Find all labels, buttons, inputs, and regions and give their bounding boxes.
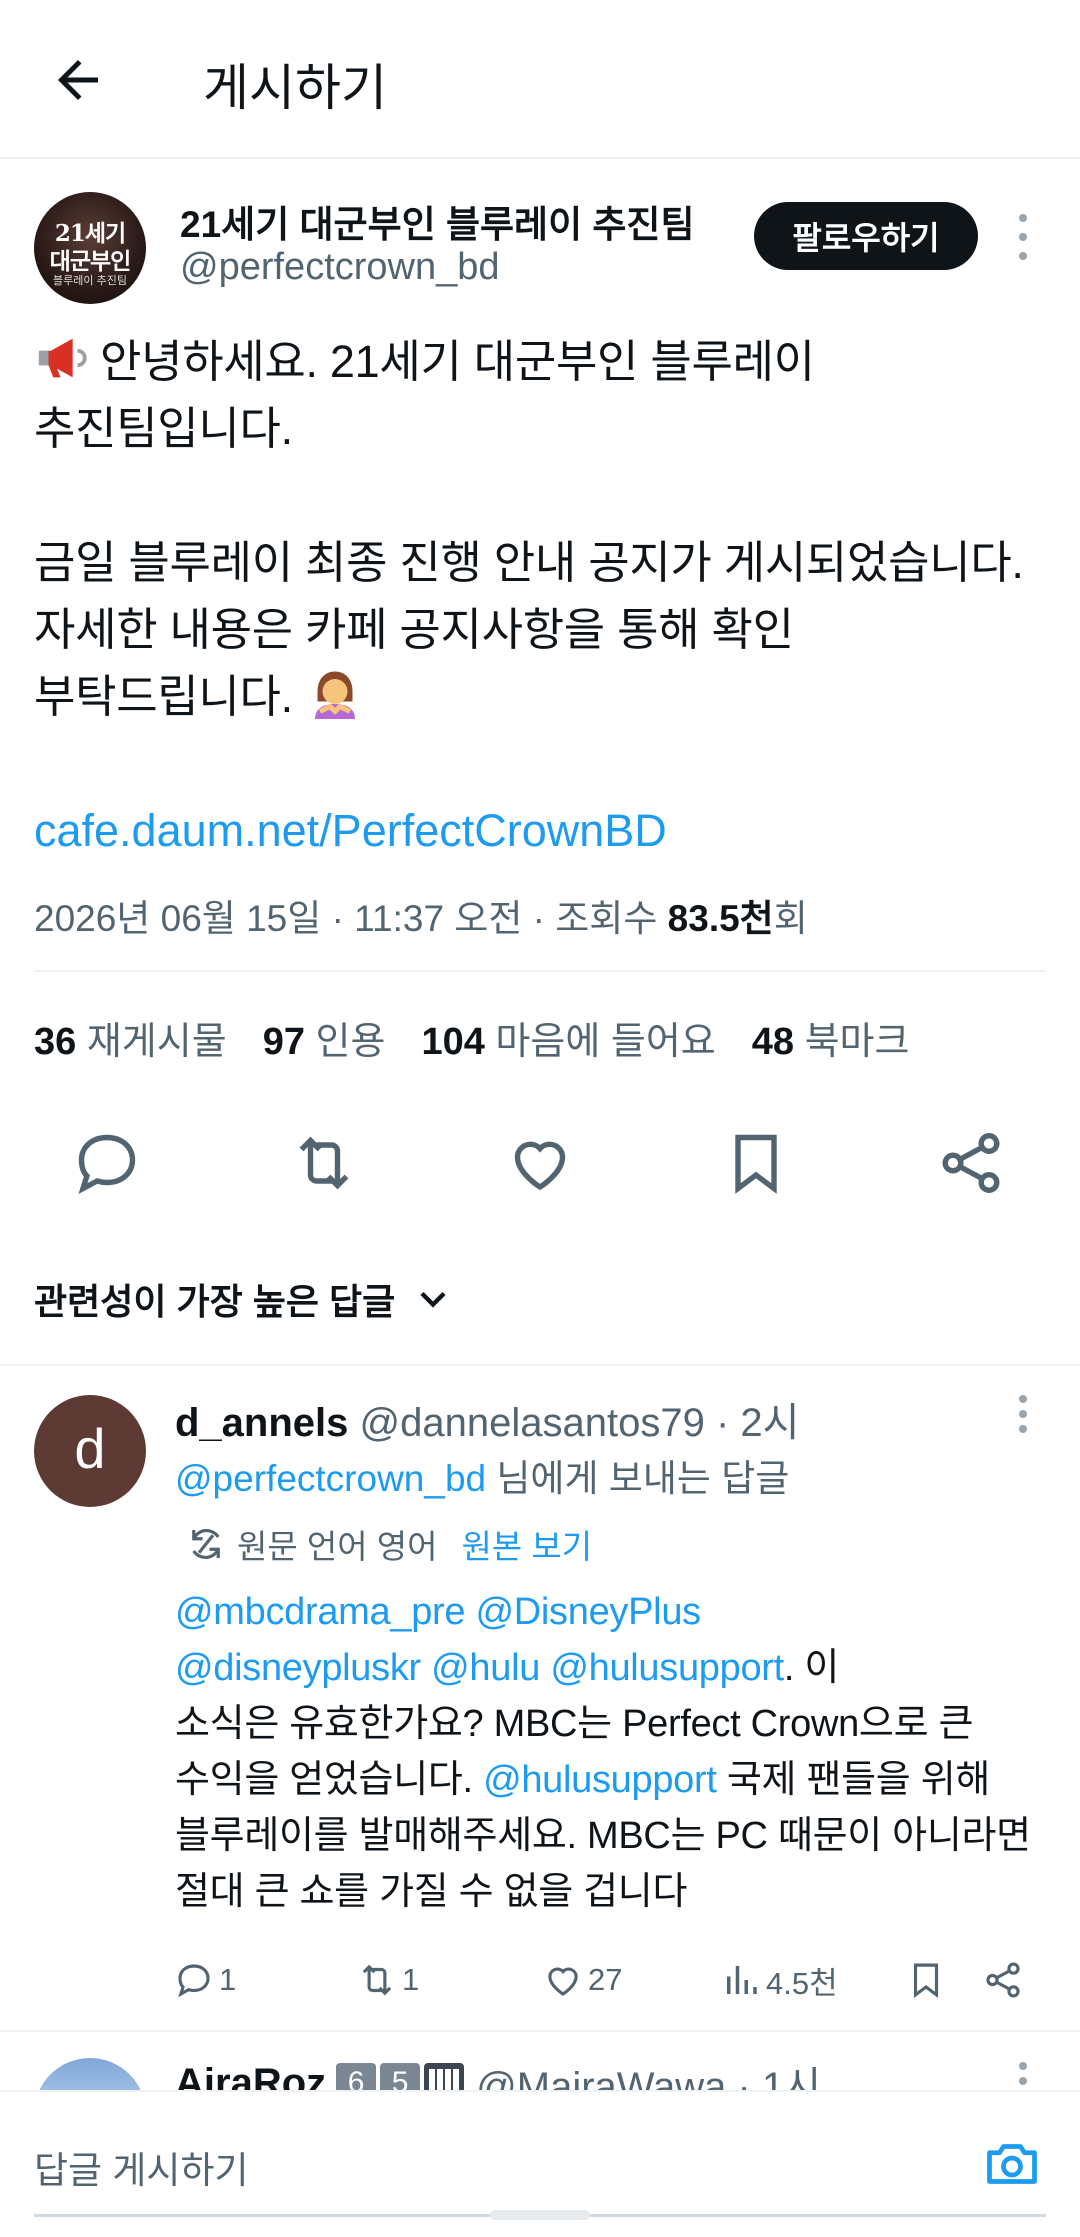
reply-composer: 답글 게시하기 [0,2090,1080,2237]
stat-likes[interactable]: 104 마음에 들어요 [421,1010,715,1065]
author-name[interactable]: 21세기 대군부인 블루레이 추진팀 [180,194,695,248]
reply-share-button[interactable] [982,1955,1028,2005]
divider [0,1364,1080,1366]
follow-button[interactable]: 팔로우하기 [754,202,978,270]
reply-icon[interactable] [71,1127,143,1199]
translate-icon [192,1529,220,1559]
like-icon[interactable] [504,1127,576,1199]
repost-icon [362,1964,392,1996]
more-icon[interactable] [1016,1395,1030,1433]
stat-bookmarks[interactable]: 48 북마크 [752,1010,910,1065]
stat-reposts[interactable]: 36 재게시물 [34,1010,227,1065]
views-icon [727,1966,757,1994]
person-gesture-icon [315,671,356,719]
author-handle[interactable]: @perfectcrown_bd [180,246,500,289]
show-original-link[interactable]: 원본 보기 [462,1520,593,1568]
author-avatar[interactable]: 21세기 대군부인 블루레이 추진팀 [34,192,146,304]
reply-icon [178,1964,210,1998]
bookmark-icon [913,1963,939,1999]
top-app-bar: 게시하기 [0,0,1080,159]
post-link[interactable]: cafe.daum.net/PerfectCrownBD [34,805,667,857]
reply-bookmark-button[interactable] [905,1955,951,2005]
share-icon[interactable] [935,1127,1007,1199]
megaphone-icon [38,338,87,378]
stat-quotes[interactable]: 97 인용 [263,1010,386,1065]
engagement-stats: 36 재게시물 97 인용 104 마음에 들어요 48 북마크 [34,1010,945,1065]
reply-avatar[interactable]: d [34,1395,146,1507]
reply-handle-time[interactable]: @dannelasantos79 · 2시 [360,1401,800,1445]
more-icon[interactable] [1016,214,1030,260]
reply-like-button[interactable]: 27 [542,1955,622,2005]
post-text: 안녕하세요. 21세기 대군부인 블루레이 추진팀입니다. 금일 블루레이 최종… [34,328,1024,797]
home-indicator [490,2210,590,2220]
like-icon [548,1967,578,1996]
reply-text: @mbcdrama_pre @DisneyPlus @disneypluskr … [175,1591,1031,1913]
repost-icon[interactable] [288,1127,360,1199]
chevron-down-icon [420,1291,446,1308]
reply-repost-button[interactable]: 1 [356,1955,419,2005]
post-meta: 2026년 06월 15일 · 11:37 오전 · 조회수 83.5천회 [34,898,808,939]
divider [0,2030,1080,2032]
share-icon [986,1962,1020,1998]
reply-reply-button[interactable]: 1 [173,1955,236,2005]
reply-header: d_annels @dannelasantos79 · 2시 [175,1390,799,1448]
reply-sort-selector[interactable]: 관련성이 가장 높은 답글 [34,1273,455,1325]
divider [34,970,1046,972]
bookmark-icon[interactable] [720,1127,792,1199]
page-title: 게시하기 [203,60,387,116]
replying-to: @perfectcrown_bd 님에게 보내는 답글 [175,1458,790,1499]
camera-icon[interactable] [982,2134,1042,2194]
reply-input[interactable]: 답글 게시하기 [34,2140,249,2194]
reply-author-name[interactable]: d_annels [175,1401,348,1445]
reply-views-button[interactable]: 4.5천 [720,1955,838,2005]
back-arrow-icon[interactable] [48,50,108,110]
translation-bar: 원문 언어 영어 원본 보기 [185,1520,592,1568]
